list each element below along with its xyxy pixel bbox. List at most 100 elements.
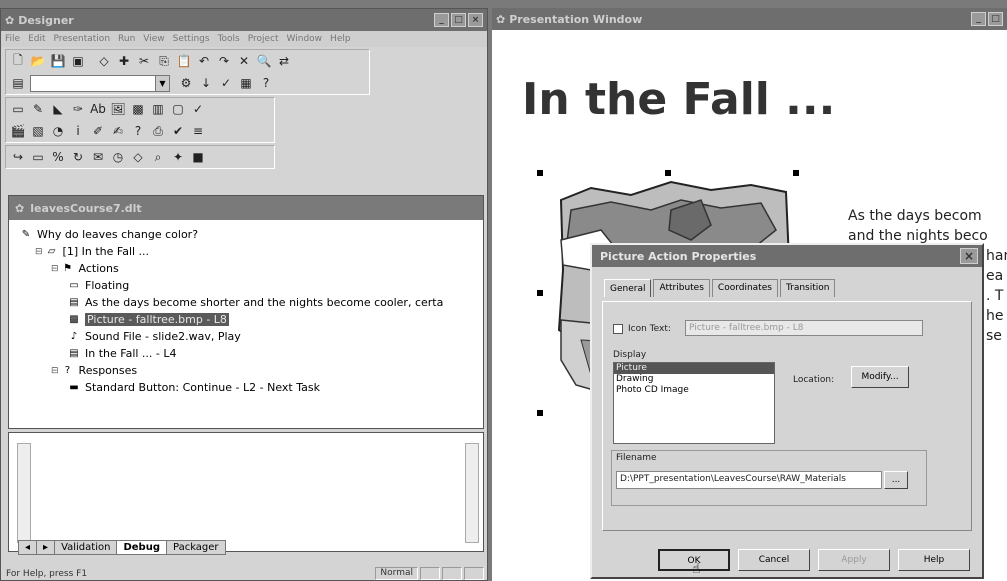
- insert-icon[interactable]: ↓: [198, 75, 214, 91]
- var-tool-icon[interactable]: ▭: [30, 149, 46, 165]
- chart-tool-icon[interactable]: ▥: [150, 101, 166, 117]
- text-tool-icon[interactable]: Ab: [90, 101, 106, 117]
- menu-item[interactable]: Window: [287, 34, 323, 44]
- scrollbar[interactable]: [465, 443, 479, 543]
- tree-item[interactable]: ▤ As the days become shorter and the nigh…: [19, 294, 483, 311]
- modify-button[interactable]: Modify...: [851, 366, 909, 388]
- display-option[interactable]: Drawing: [614, 374, 774, 385]
- search-tool-icon[interactable]: ⌕: [150, 149, 166, 165]
- display-option[interactable]: Photo CD Image: [614, 385, 774, 396]
- tree-titlebar[interactable]: ✿ leavesCourse7.dlt: [9, 196, 483, 220]
- object-icon[interactable]: ▤: [10, 75, 26, 91]
- display-listbox[interactable]: Picture Drawing Photo CD Image: [613, 362, 775, 444]
- menu-item[interactable]: Run: [118, 34, 135, 44]
- star-tool-icon[interactable]: ✦: [170, 149, 186, 165]
- frame-tool-icon[interactable]: ▢: [170, 101, 186, 117]
- delete-icon[interactable]: ✕: [236, 53, 252, 69]
- misc-tool-icon[interactable]: ≡: [190, 123, 206, 139]
- display-option[interactable]: Picture: [614, 363, 774, 374]
- presentation-titlebar[interactable]: ✿ Presentation Window _ □: [492, 8, 1007, 30]
- chevron-down-icon[interactable]: ▼: [155, 75, 169, 91]
- tree-item[interactable]: ⊟ ▱ [1] In the Fall ...: [19, 243, 483, 260]
- apply-button[interactable]: Apply: [818, 549, 890, 571]
- tab-general[interactable]: General: [604, 279, 652, 297]
- verify-tool-icon[interactable]: ✔: [170, 123, 186, 139]
- image-tool-icon[interactable]: 🖼: [110, 101, 126, 117]
- media-tool-icon[interactable]: ▩: [130, 101, 146, 117]
- block-tool-icon[interactable]: ■: [190, 149, 206, 165]
- save-all-icon[interactable]: ▣: [70, 53, 86, 69]
- draw-tool-icon[interactable]: ✐: [90, 123, 106, 139]
- tree-item[interactable]: ✎ Why do leaves change color?: [19, 226, 483, 243]
- add-icon[interactable]: ✚: [116, 53, 132, 69]
- movie-tool-icon[interactable]: 🎬: [10, 123, 26, 139]
- info-tool-icon[interactable]: i: [70, 123, 86, 139]
- dialog-titlebar[interactable]: Picture Action Properties ×: [592, 245, 982, 267]
- tree-item[interactable]: ⊟ ⚑ Actions: [19, 260, 483, 277]
- tab-transition[interactable]: Transition: [779, 279, 836, 297]
- pen-tool-icon[interactable]: ✎: [30, 101, 46, 117]
- copy-icon[interactable]: ⎘: [156, 53, 172, 69]
- tab-packager[interactable]: Packager: [165, 540, 226, 555]
- menu-item[interactable]: Tools: [218, 34, 240, 44]
- menu-item[interactable]: View: [143, 34, 164, 44]
- shape-tool-icon[interactable]: ◣: [50, 101, 66, 117]
- cut-icon[interactable]: ✂: [136, 53, 152, 69]
- dialog-close-button[interactable]: ×: [960, 248, 978, 264]
- graphic-tool-icon[interactable]: ▧: [30, 123, 46, 139]
- new-icon[interactable]: 🗋: [10, 53, 26, 69]
- msg-tool-icon[interactable]: ✉: [90, 149, 106, 165]
- edit-tool-icon[interactable]: ✍: [110, 123, 126, 139]
- redo-icon[interactable]: ↷: [216, 53, 232, 69]
- tree-item[interactable]: ▬ Standard Button: Continue - L2 - Next T…: [19, 379, 483, 396]
- scrollbar[interactable]: [17, 443, 31, 543]
- find-icon[interactable]: 🔍: [256, 53, 272, 69]
- tab-coordinates[interactable]: Coordinates: [711, 279, 778, 297]
- replace-icon[interactable]: ⇄: [276, 53, 292, 69]
- object-combo[interactable]: ▼: [30, 74, 170, 92]
- undo-icon[interactable]: ↶: [196, 53, 212, 69]
- run-icon[interactable]: ◇: [96, 53, 112, 69]
- paste-icon[interactable]: 📋: [176, 53, 192, 69]
- tree-item[interactable]: ♪ Sound File - slide2.wav, Play: [19, 328, 483, 345]
- filename-field[interactable]: D:\PPT_presentation\LeavesCourse\RAW_Mat…: [616, 471, 882, 489]
- designer-titlebar[interactable]: ✿ Designer _ □ ×: [1, 9, 487, 31]
- grid-icon[interactable]: ▦: [238, 75, 254, 91]
- resize-handle[interactable]: [537, 170, 543, 176]
- question-tool-icon[interactable]: ?: [130, 123, 146, 139]
- tab-scroll-right[interactable]: ▸: [36, 540, 56, 555]
- resize-handle[interactable]: [793, 170, 799, 176]
- open-icon[interactable]: 📂: [30, 53, 46, 69]
- menu-item[interactable]: Help: [330, 34, 351, 44]
- menu-item[interactable]: Project: [248, 34, 279, 44]
- minimize-button[interactable]: _: [434, 13, 449, 27]
- browse-button[interactable]: ...: [884, 471, 908, 489]
- expand-icon[interactable]: ⊟: [35, 247, 43, 257]
- cancel-button[interactable]: Cancel: [738, 549, 810, 571]
- minimize-button[interactable]: _: [971, 12, 986, 26]
- resize-handle[interactable]: [537, 410, 543, 416]
- jump-tool-icon[interactable]: ↪: [10, 149, 26, 165]
- tree-item[interactable]: ⊟? Responses: [19, 362, 483, 379]
- maximize-button[interactable]: □: [988, 12, 1003, 26]
- tree-item[interactable]: ▤ In the Fall ... - L4: [19, 345, 483, 362]
- tab-validation[interactable]: Validation: [54, 540, 118, 555]
- menu-item[interactable]: Presentation: [54, 34, 111, 44]
- icon-text-checkbox[interactable]: [613, 324, 623, 334]
- help-button[interactable]: Help: [898, 549, 970, 571]
- print-tool-icon[interactable]: ⎙: [150, 123, 166, 139]
- menu-item[interactable]: Edit: [28, 34, 45, 44]
- expand-icon[interactable]: ⊟: [51, 366, 59, 376]
- output-panel[interactable]: [8, 432, 484, 552]
- link-icon[interactable]: ⚙: [178, 75, 194, 91]
- decision-tool-icon[interactable]: ◇: [130, 149, 146, 165]
- check-tool-icon[interactable]: ✓: [190, 101, 206, 117]
- calc-tool-icon[interactable]: %: [50, 149, 66, 165]
- timer-tool-icon[interactable]: ◷: [110, 149, 126, 165]
- icon-text-field[interactable]: Picture - falltree.bmp - L8: [685, 320, 923, 336]
- close-button[interactable]: ×: [468, 13, 483, 27]
- loop-tool-icon[interactable]: ↻: [70, 149, 86, 165]
- window-tool-icon[interactable]: ▭: [10, 101, 26, 117]
- brush-tool-icon[interactable]: ✑: [70, 101, 86, 117]
- tab-scroll-left[interactable]: ◂: [18, 540, 38, 555]
